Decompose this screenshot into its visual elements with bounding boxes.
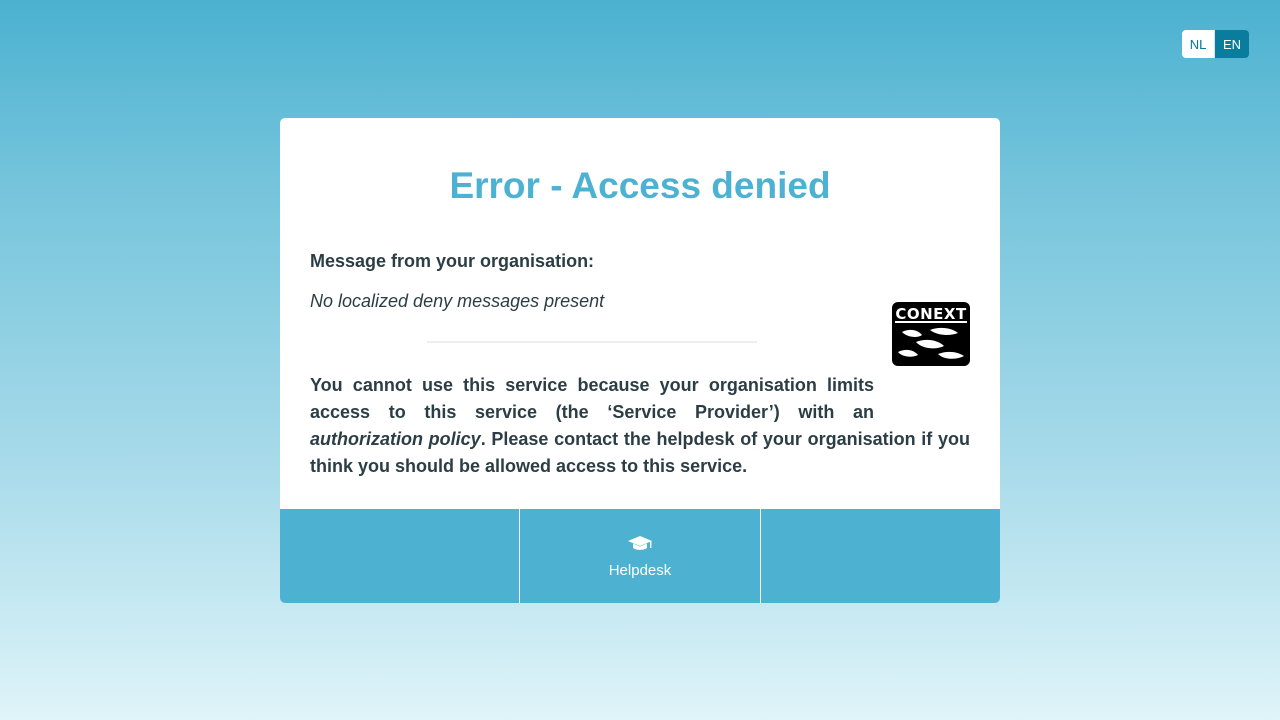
error-card: Error - Access denied Message from your … xyxy=(280,118,1000,603)
language-switcher: NL EN xyxy=(1182,30,1249,58)
access-denied-explanation: You cannot use this service because your… xyxy=(310,375,970,476)
org-message-heading: Message from your organisation: xyxy=(310,251,595,271)
footer-cell-left xyxy=(280,509,519,603)
helpdesk-button[interactable]: Helpdesk xyxy=(519,509,761,603)
card-footer: Helpdesk xyxy=(280,509,1000,603)
divider xyxy=(427,341,757,343)
footer-cell-right xyxy=(761,509,1000,603)
conext-logo: CONEXT xyxy=(892,302,970,366)
graduation-cap-icon xyxy=(627,535,652,550)
lang-nl-button[interactable]: NL xyxy=(1182,30,1215,58)
page-title: Error - Access denied xyxy=(449,165,831,206)
org-message-text: No localized deny messages present xyxy=(310,291,605,311)
lang-en-button[interactable]: EN xyxy=(1215,30,1249,58)
authorization-policy-emphasis: authorization policy xyxy=(310,429,481,449)
helpdesk-label: Helpdesk xyxy=(608,561,672,579)
